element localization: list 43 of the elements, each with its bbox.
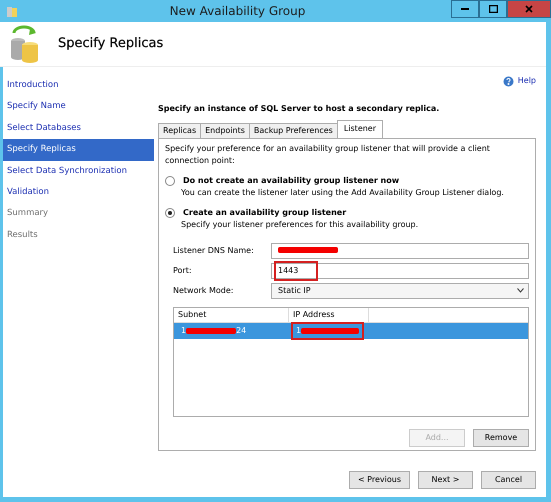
app-icon <box>6 4 18 18</box>
field-label: Network Mode: <box>173 285 234 297</box>
table-cell: 1 <box>296 325 302 337</box>
intro-text: Specify your preference for an availability group listener that will provide a client connection point: <box>165 143 491 167</box>
help-link[interactable]: Help <box>502 75 536 87</box>
radio-button[interactable] <box>165 208 175 218</box>
window-title: New Availability Group <box>168 3 306 20</box>
minimize-button[interactable] <box>451 0 479 18</box>
field-label: Listener DNS Name: <box>173 245 255 257</box>
nav-item[interactable]: Select Databases <box>3 118 154 140</box>
maximize-button[interactable] <box>479 0 507 18</box>
wizard-button[interactable]: < Previous <box>348 471 410 489</box>
tab[interactable]: Listener <box>336 120 384 139</box>
minimize-icon <box>461 8 469 10</box>
nav-item[interactable]: Introduction <box>3 75 154 96</box>
radio-button[interactable] <box>165 176 175 186</box>
input-field[interactable] <box>271 243 529 259</box>
maximize-icon <box>488 5 498 13</box>
radio-option[interactable]: Do not create an availability group listener now <box>165 175 529 187</box>
radio-option[interactable]: Create an availability group listener <box>165 207 529 219</box>
close-icon <box>525 5 533 13</box>
chevron-icon <box>517 288 524 294</box>
dialog-button[interactable]: Remove <box>473 429 529 447</box>
tab[interactable]: Backup Preferences <box>248 123 338 139</box>
page-title: Specify Replicas <box>58 36 164 52</box>
help-icon <box>502 76 514 86</box>
wizard-button[interactable]: Cancel <box>481 471 536 489</box>
tab[interactable]: Replicas <box>158 123 202 139</box>
nav-item[interactable]: Validation <box>3 182 154 204</box>
nav-item[interactable]: Specify Name <box>3 96 154 118</box>
table-cell: 1 <box>181 325 186 337</box>
table-cell: 24 <box>236 325 246 337</box>
tab[interactable]: Endpoints <box>200 123 250 139</box>
instruction-text: Specify an instance of SQL Server to host a secondary replica. <box>158 103 440 115</box>
input-field[interactable]: 1443 <box>271 263 529 279</box>
dropdown[interactable]: Static IP <box>271 283 529 299</box>
nav-item[interactable]: Select Data Synchronization <box>3 160 154 182</box>
close-button[interactable] <box>507 0 551 18</box>
field-label: Port: <box>173 265 193 277</box>
wizard-button[interactable]: Next > <box>418 471 473 489</box>
nav-item[interactable]: Specify Replicas <box>3 139 154 161</box>
hint-text: Specify your listener preferences for this availability group. <box>181 219 420 231</box>
hint-text: You can create the listener later using the Add Availability Group Listener dialog. <box>181 187 505 199</box>
